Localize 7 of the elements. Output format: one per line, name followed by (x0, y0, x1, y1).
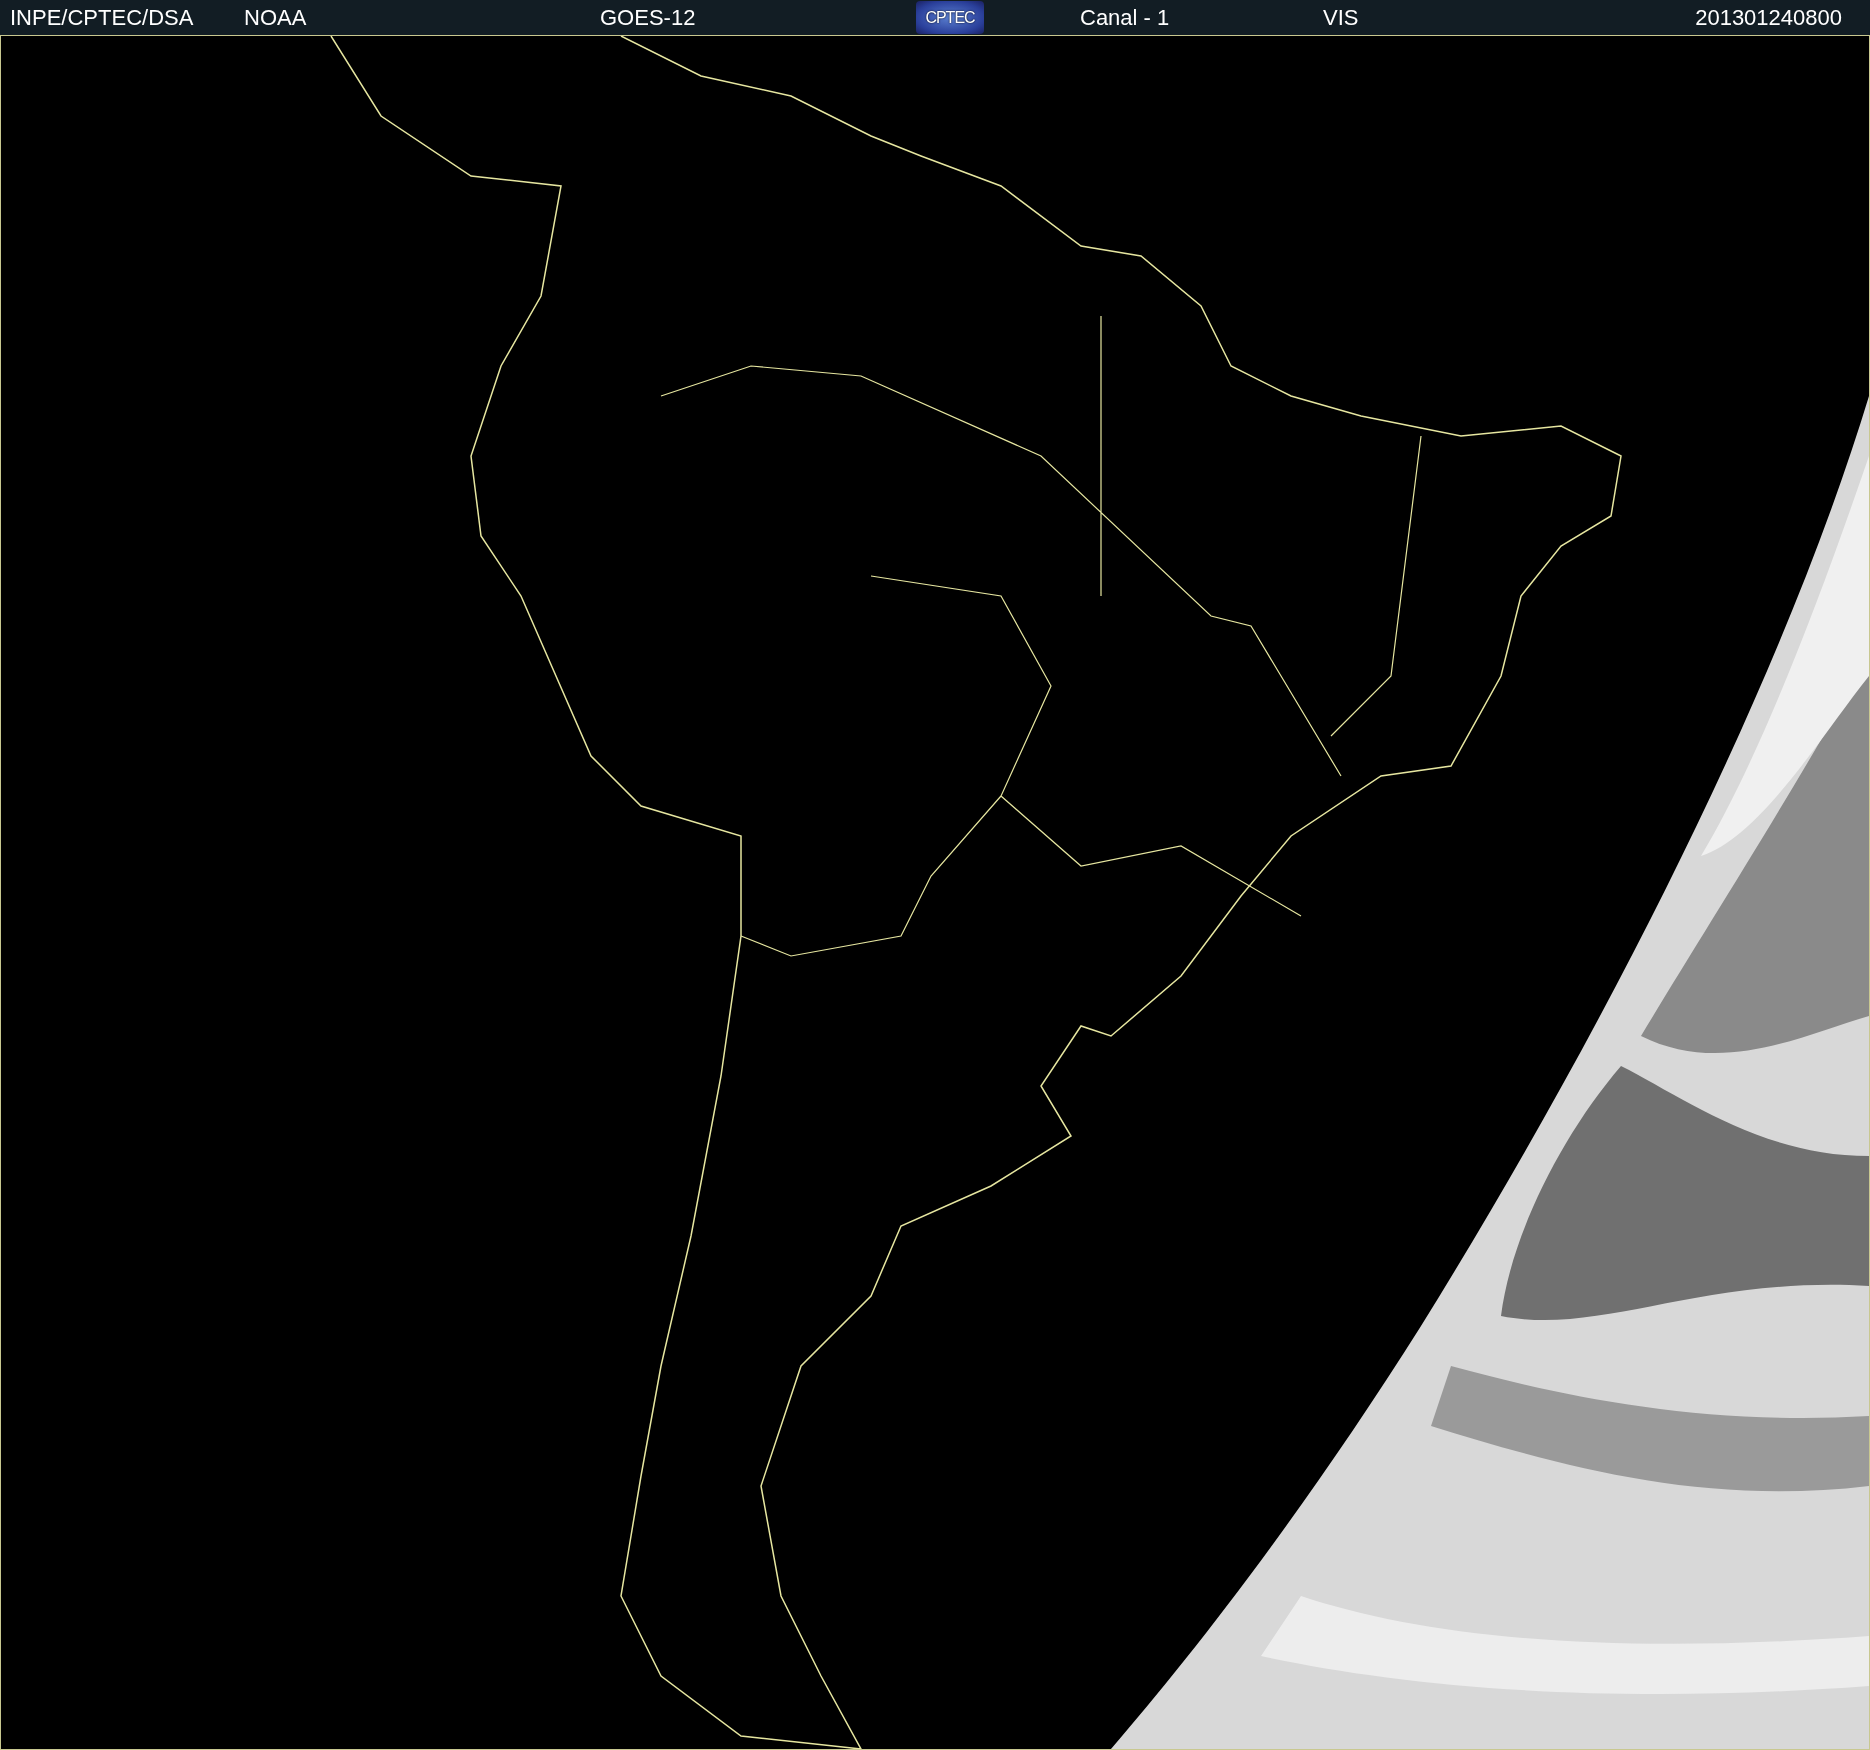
header-label: 201301240800 (1695, 4, 1842, 31)
header-label: Canal - 1 (1080, 4, 1170, 31)
logo: CPTEC (916, 1, 984, 34)
header-label: NOAA (244, 4, 307, 31)
header-label: GOES-12 (600, 4, 696, 31)
header-label: INPE/CPTEC/DSA (10, 4, 194, 31)
header-label: VIS (1323, 4, 1359, 31)
